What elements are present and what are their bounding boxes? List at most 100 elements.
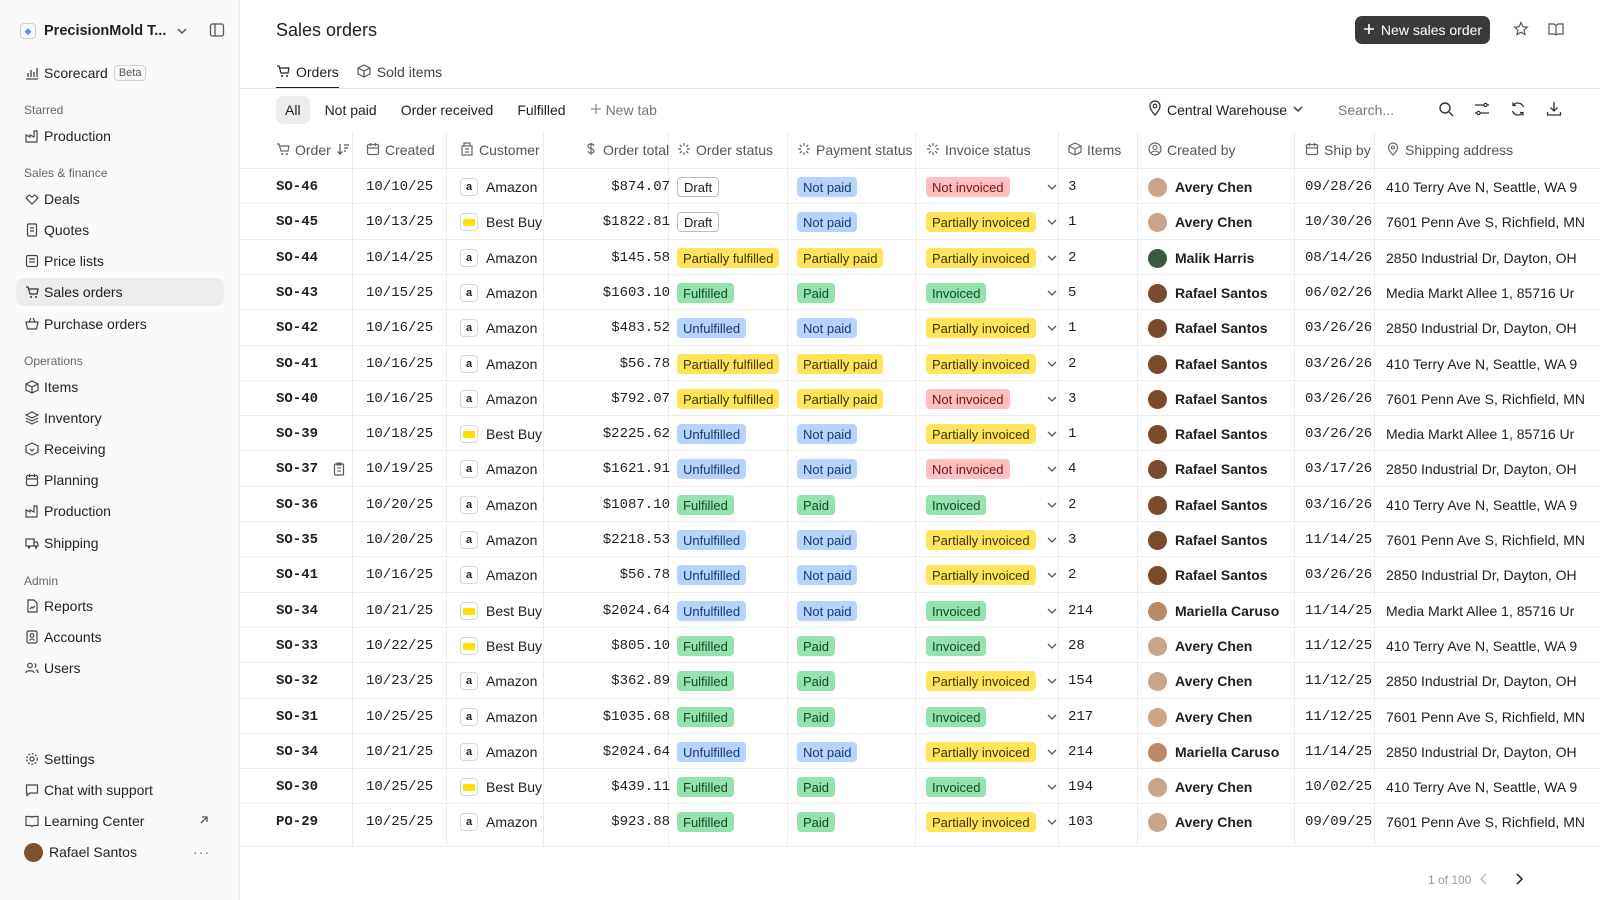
column-header[interactable]: Created by: [1148, 132, 1235, 168]
sidebar-item-scorecard[interactable]: Scorecard Beta: [16, 59, 224, 87]
table-row[interactable]: SO-35 10/20/25 a Amazon $2218.53 Unfulfilled N…: [240, 521, 1600, 557]
chevron-down-icon[interactable]: [1046, 816, 1058, 828]
column-header[interactable]: Shipping address: [1386, 132, 1513, 168]
new-sales-order-button[interactable]: New sales order: [1355, 16, 1490, 44]
order-number-cell[interactable]: SO-34: [276, 593, 360, 629]
table-row[interactable]: SO-34 10/21/25 a Amazon $2024.64 Unfulfilled N…: [240, 733, 1600, 769]
chevron-down-icon[interactable]: [1046, 534, 1058, 546]
chevron-down-icon[interactable]: [1046, 499, 1058, 511]
chevron-down-icon[interactable]: [1046, 252, 1058, 264]
sidebar-item-production[interactable]: Production: [16, 497, 224, 525]
customer-cell[interactable]: a Amazon: [460, 734, 554, 770]
sidebar-item-accounts[interactable]: Accounts: [16, 623, 224, 651]
customer-cell[interactable]: a Amazon: [460, 310, 554, 346]
order-number-cell[interactable]: SO-30: [276, 769, 360, 805]
workspace-switcher[interactable]: ◆ PrecisionMold T...: [20, 18, 225, 44]
order-number-cell[interactable]: SO-39: [276, 416, 360, 452]
filter-tab-order-received[interactable]: Order received: [392, 96, 503, 124]
chevron-down-icon[interactable]: [1046, 322, 1058, 334]
sort-descending-icon[interactable]: [336, 142, 350, 159]
sidebar-item-shipping[interactable]: Shipping: [16, 529, 224, 557]
chevron-down-icon[interactable]: [1046, 781, 1058, 793]
order-number-cell[interactable]: SO-41: [276, 346, 360, 382]
table-row[interactable]: SO-37 10/19/25 a Amazon $1621.91 Unfulfilled N…: [240, 450, 1600, 486]
customer-cell[interactable]: a Amazon: [460, 663, 554, 699]
customer-cell[interactable]: a Amazon: [460, 346, 554, 382]
table-row[interactable]: SO-33 10/22/25 Best Buy $805.10 Fulfilled Pai…: [240, 627, 1600, 663]
table-row[interactable]: SO-44 10/14/25 a Amazon $145.58 Partially ful…: [240, 239, 1600, 275]
chevron-down-icon[interactable]: [1046, 393, 1058, 405]
chevron-down-icon[interactable]: [1046, 569, 1058, 581]
table-row[interactable]: SO-42 10/16/25 a Amazon $483.52 Unfulfilled No…: [240, 309, 1600, 345]
order-number-cell[interactable]: PO-29: [276, 804, 360, 840]
sidebar-item-items[interactable]: Items: [16, 373, 224, 401]
customer-cell[interactable]: a Amazon: [460, 169, 554, 205]
chevron-down-icon[interactable]: [1046, 287, 1058, 299]
sidebar-item-planning[interactable]: Planning: [16, 466, 224, 494]
refresh-icon[interactable]: [1510, 101, 1526, 117]
sidebar-item-deals[interactable]: Deals: [16, 185, 224, 213]
order-number-cell[interactable]: SO-31: [276, 699, 360, 735]
sidebar-item-quotes[interactable]: Quotes: [16, 216, 224, 244]
filter-tab-fulfilled[interactable]: Fulfilled: [508, 96, 574, 124]
tab-sold-items[interactable]: Sold items: [357, 56, 442, 88]
column-header[interactable]: Invoice status: [926, 132, 1031, 168]
sidebar-item-settings[interactable]: Settings: [16, 745, 224, 773]
order-number-cell[interactable]: SO-46: [276, 169, 360, 205]
customer-cell[interactable]: Best Buy: [460, 769, 554, 805]
order-number-cell[interactable]: SO-41: [276, 557, 360, 593]
order-number-cell[interactable]: SO-35: [276, 522, 360, 558]
column-header[interactable]: Created: [366, 132, 435, 168]
order-number-cell[interactable]: SO-43: [276, 275, 360, 311]
sidebar-item-sales-orders[interactable]: Sales orders: [16, 278, 224, 306]
column-header[interactable]: Payment status: [797, 132, 913, 168]
order-number-cell[interactable]: SO-42: [276, 310, 360, 346]
chevron-down-icon[interactable]: [1046, 605, 1058, 617]
chevron-left-icon[interactable]: [1477, 872, 1491, 886]
customer-cell[interactable]: a Amazon: [460, 381, 554, 417]
order-number-cell[interactable]: SO-33: [276, 628, 360, 664]
customer-cell[interactable]: a Amazon: [460, 487, 554, 523]
column-header[interactable]: Order: [276, 132, 350, 168]
tab-orders[interactable]: Orders: [276, 56, 339, 89]
customer-cell[interactable]: a Amazon: [460, 557, 554, 593]
sidebar-item-price-lists[interactable]: Price lists: [16, 247, 224, 275]
customer-cell[interactable]: a Amazon: [460, 699, 554, 735]
chevron-down-icon[interactable]: [1046, 640, 1058, 652]
chevron-down-icon[interactable]: [1046, 181, 1058, 193]
chevron-right-icon[interactable]: [1512, 872, 1526, 886]
order-number-cell[interactable]: SO-34: [276, 734, 360, 770]
sidebar-toggle-icon[interactable]: [209, 22, 225, 38]
column-header[interactable]: Customer: [460, 132, 540, 168]
filter-tab-all[interactable]: All: [276, 96, 310, 124]
search-icon[interactable]: [1438, 101, 1454, 117]
chevron-down-icon[interactable]: [1046, 711, 1058, 723]
sidebar-item-purchase-orders[interactable]: Purchase orders: [16, 310, 224, 338]
customer-cell[interactable]: a Amazon: [460, 451, 554, 487]
table-row[interactable]: SO-31 10/25/25 a Amazon $1035.68 Fulfilled Pai…: [240, 698, 1600, 734]
table-row[interactable]: SO-36 10/20/25 a Amazon $1087.10 Fulfilled Pai…: [240, 486, 1600, 522]
customer-cell[interactable]: Best Buy: [460, 593, 554, 629]
sidebar-item-receiving[interactable]: Receiving: [16, 435, 224, 463]
table-row[interactable]: SO-34 10/21/25 Best Buy $2024.64 Unfulfilled…: [240, 592, 1600, 628]
filter-tab-not-paid[interactable]: Not paid: [316, 96, 386, 124]
customer-cell[interactable]: Best Buy: [460, 628, 554, 664]
table-row[interactable]: SO-41 10/16/25 a Amazon $56.78 Partially fulf…: [240, 345, 1600, 381]
customer-cell[interactable]: a Amazon: [460, 240, 554, 276]
order-number-cell[interactable]: SO-32: [276, 663, 360, 699]
table-row[interactable]: PO-29 10/25/25 a Amazon $923.88 Fulfilled Paid…: [240, 803, 1600, 839]
column-header[interactable]: Order status: [677, 132, 773, 168]
customer-cell[interactable]: a Amazon: [460, 275, 554, 311]
sidebar-item-inventory[interactable]: Inventory: [16, 404, 224, 432]
search-input[interactable]: [1338, 102, 1418, 118]
chevron-down-icon[interactable]: [1046, 216, 1058, 228]
book-open-icon[interactable]: [1548, 21, 1564, 37]
order-number-cell[interactable]: SO-44: [276, 240, 360, 276]
new-tab-button[interactable]: New tab: [581, 96, 666, 124]
customer-cell[interactable]: Best Buy: [460, 416, 554, 452]
order-number-cell[interactable]: SO-37: [276, 451, 360, 487]
chevron-down-icon[interactable]: [1046, 463, 1058, 475]
table-row[interactable]: SO-43 10/15/25 a Amazon $1603.10 Fulfilled Pai…: [240, 274, 1600, 310]
table-row[interactable]: SO-32 10/23/25 a Amazon $362.89 Fulfilled Paid…: [240, 662, 1600, 698]
table-row[interactable]: SO-45 10/13/25 Best Buy $1822.81 Draft Not pa…: [240, 203, 1600, 239]
